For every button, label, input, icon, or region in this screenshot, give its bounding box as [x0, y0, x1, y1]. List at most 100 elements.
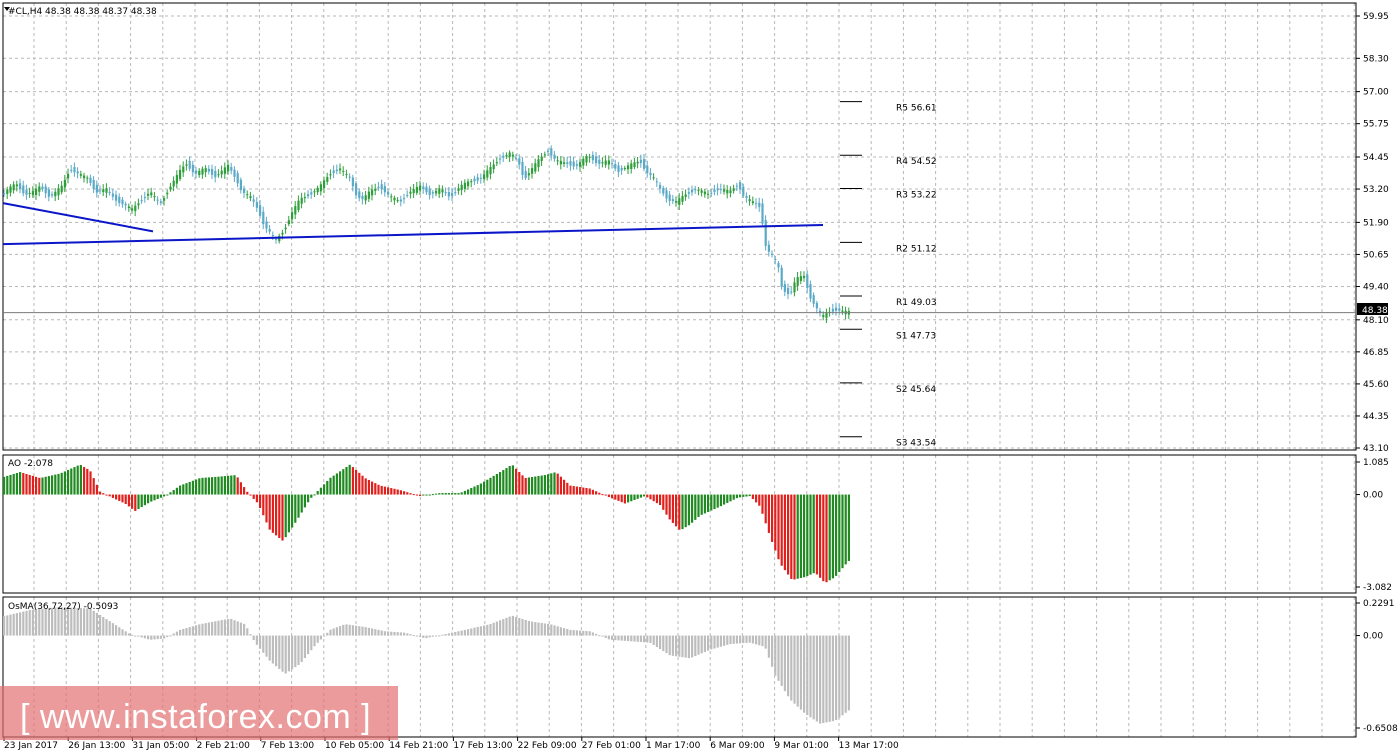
- histogram-bar: [249, 634, 252, 636]
- candle-body: [47, 189, 50, 197]
- histogram-bar: [150, 635, 153, 640]
- histogram-bar: [316, 635, 319, 643]
- candle-body: [361, 195, 364, 200]
- histogram-bar: [831, 494, 834, 579]
- histogram-bar: [444, 493, 447, 495]
- histogram-bar: [767, 494, 770, 533]
- histogram-bar: [118, 494, 121, 501]
- trading-chart[interactable]: R5 56.61 R4 54.52 R3 53.22 R2 51.12 R1 49.03…: [0, 0, 1398, 755]
- histogram-bar: [243, 623, 246, 636]
- candle-body: [79, 174, 82, 176]
- candle-body: [243, 188, 246, 194]
- histogram-bar: [63, 471, 66, 495]
- candle-body: [495, 162, 498, 164]
- histogram-bar: [281, 635, 284, 672]
- candle-body: [822, 315, 825, 317]
- candle-body: [153, 196, 156, 198]
- histogram-bar: [3, 616, 6, 636]
- histogram-bar: [556, 626, 559, 636]
- histogram-bar: [332, 628, 335, 636]
- histogram-bar: [809, 494, 812, 575]
- candle-body: [51, 194, 54, 196]
- candle-body: [249, 196, 252, 199]
- candle-body: [403, 198, 406, 200]
- x-tick-label: 13 Mar 17:00: [839, 741, 899, 751]
- histogram-bar: [271, 494, 274, 533]
- histogram-bar: [649, 635, 652, 643]
- candle-body: [134, 205, 137, 212]
- candle-body: [76, 171, 79, 174]
- candle-body: [735, 185, 738, 187]
- histogram-bar: [630, 494, 633, 502]
- candle-body: [713, 189, 716, 193]
- histogram-bar: [489, 624, 492, 636]
- candle-body: [492, 164, 495, 170]
- histogram-bar: [460, 630, 463, 636]
- histogram-bar: [499, 472, 502, 495]
- x-tick-label: 6 Mar 09:00: [710, 741, 765, 751]
- histogram-bar: [115, 625, 118, 636]
- x-tick-label: 2 Feb 21:00: [197, 741, 251, 751]
- histogram-bar: [668, 494, 671, 520]
- candle-body: [233, 169, 236, 177]
- histogram-bar: [185, 628, 188, 636]
- histogram-bar: [687, 494, 690, 526]
- candle-body: [412, 189, 415, 194]
- histogram-bar: [483, 481, 486, 495]
- histogram-bar: [521, 475, 524, 495]
- histogram-bar: [358, 626, 361, 636]
- candle-body: [92, 179, 95, 189]
- histogram-bar: [815, 635, 818, 722]
- candle-body: [339, 168, 342, 171]
- candle-body: [201, 168, 204, 175]
- histogram-bar: [6, 475, 9, 495]
- histogram-bar: [323, 484, 326, 495]
- candle-body: [409, 191, 412, 194]
- candle-body: [25, 189, 28, 195]
- histogram-bar: [153, 635, 156, 640]
- histogram-bar: [524, 477, 527, 495]
- histogram-bar: [419, 494, 422, 497]
- histogram-bar: [681, 635, 684, 658]
- histogram-bar: [335, 473, 338, 495]
- candle-body: [451, 192, 454, 196]
- histogram-bar: [332, 475, 335, 495]
- y-tick-label: 48.10: [1363, 316, 1389, 326]
- candle-body: [767, 244, 770, 252]
- histogram-bar: [182, 484, 185, 495]
- histogram-bar: [111, 494, 114, 498]
- histogram-bar: [662, 635, 665, 652]
- candle-body: [726, 189, 729, 194]
- histogram-bar: [191, 480, 194, 495]
- histogram-bar: [499, 620, 502, 636]
- candle-body: [35, 188, 38, 196]
- candle-body: [348, 176, 351, 178]
- histogram-bar: [287, 494, 290, 533]
- histogram-bar: [435, 635, 438, 637]
- candle-body: [662, 187, 665, 194]
- candle-body: [515, 157, 518, 159]
- candle-body: [668, 194, 671, 201]
- histogram-bar: [435, 493, 438, 495]
- candle-body: [780, 267, 783, 287]
- histogram-bar: [335, 627, 338, 636]
- candle-body: [684, 194, 687, 197]
- candle-body: [739, 182, 742, 190]
- histogram-bar: [355, 625, 358, 636]
- histogram-bar: [502, 470, 505, 495]
- histogram-bar: [143, 494, 146, 506]
- histogram-bar: [124, 494, 127, 504]
- histogram-bar: [409, 634, 412, 636]
- candle-body: [489, 167, 492, 175]
- histogram-bar: [207, 477, 210, 495]
- histogram-bar: [758, 494, 761, 506]
- histogram-bar: [764, 494, 767, 524]
- histogram-bar: [492, 622, 495, 636]
- histogram-bar: [454, 631, 457, 636]
- histogram-bar: [710, 494, 713, 511]
- candle-body: [316, 187, 319, 193]
- histogram-bar: [745, 494, 748, 497]
- histogram-bar: [105, 494, 108, 496]
- candle-body: [214, 170, 217, 178]
- histogram-bar: [374, 629, 377, 636]
